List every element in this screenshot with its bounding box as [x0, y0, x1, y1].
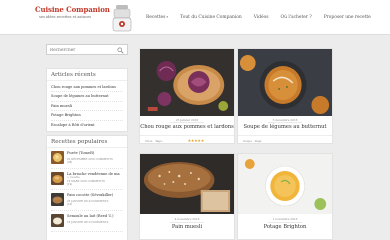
site-logo[interactable]: Cuisine Companion ses idées recettes et …: [35, 2, 135, 33]
recipe-card[interactable]: 1 novembre 2016 Potage Brighton: [237, 153, 333, 240]
list-item[interactable]: Escalope à Rôti d'orient: [51, 121, 123, 129]
popular-item-meta: 19 MARS 2016 COMMENTS: [67, 179, 105, 183]
recipe-image: [140, 154, 234, 214]
divider: [170, 221, 204, 223]
divider: [170, 122, 204, 123]
main-nav: Recettes▾ Tout du Cuisine Companion Vidé…: [146, 0, 383, 35]
nav-item-companion[interactable]: Tout du Cuisine Companion: [180, 15, 242, 20]
popular-item-title-cont: », recette: [67, 175, 80, 179]
list-item[interactable]: Potage Brighton: [51, 111, 123, 121]
card-title[interactable]: Soupe de légumes au butternut: [238, 124, 332, 130]
list-item[interactable]: Pain cocotte (Sévrakiller) 25 JANVIER 20…: [51, 190, 123, 211]
chevron-down-icon: ▾: [166, 15, 169, 19]
nav-item-submit-recipe[interactable]: Proposer une recette: [324, 15, 371, 20]
recipe-image: [238, 154, 332, 214]
list-item[interactable]: Semoule au lait (Reed U.) 18 JANVIER 201…: [51, 211, 123, 232]
site-header: Cuisine Companion ses idées recettes et …: [0, 0, 390, 35]
popular-item-comments: (16): [67, 203, 73, 206]
popular-item-title: Pain cocotte (Sévrakiller): [67, 193, 114, 197]
recipe-card[interactable]: 4 novembre 2016 Pain muesli: [139, 153, 235, 240]
popular-item-meta: 22 DÉCEMBRE 2016 COMMENTS: [67, 157, 113, 161]
list-item[interactable]: Chou rouge aux pommes et lardons: [51, 83, 123, 93]
nav-label: Recettes: [146, 15, 166, 20]
popular-recipes-title: Recettes populaires: [47, 136, 127, 148]
divider: [268, 221, 302, 223]
popular-item-title: Purée (TomeR): [67, 151, 95, 155]
card-meta: Soupe · Tags:: [243, 138, 262, 143]
food-processor-icon: [112, 5, 132, 32]
list-item[interactable]: La brioche vendéenne de ma », recette 19…: [51, 169, 123, 190]
popular-item-meta: 18 JANVIER 2016 COMMENTS: [67, 220, 109, 224]
card-date: 4 novembre 2016: [174, 217, 200, 221]
rating-stars-icon: ★★★★★: [187, 137, 205, 143]
nav-item-recettes[interactable]: Recettes▾: [146, 15, 168, 20]
nav-item-videos[interactable]: Vidéos: [254, 15, 269, 20]
card-date: 25 janvier 2016: [175, 117, 199, 122]
card-date: 3 décembre 2016: [272, 117, 298, 122]
recipe-thumbnail: [51, 214, 64, 227]
recipe-image: [140, 49, 234, 116]
recipe-image: [238, 49, 332, 116]
search-icon[interactable]: [117, 46, 124, 54]
popular-item-meta: 25 JANVIER 2016 COMMENTS: [67, 199, 109, 203]
card-meta: Chou · Tags:: [145, 138, 163, 143]
popular-item-title: Semoule au lait (Reed U.): [67, 214, 114, 218]
recent-articles-panel: Articles récents Chou rouge aux pommes e…: [46, 68, 128, 132]
recipe-thumbnail: [51, 151, 64, 164]
card-footer: Chou · Tags: ★★★★★: [140, 135, 234, 143]
card-date: 1 novembre 2016: [272, 217, 298, 221]
list-item[interactable]: Pain muesli: [51, 102, 123, 112]
popular-recipes-panel: Recettes populaires Purée (TomeR) 22 DÉC…: [46, 135, 128, 240]
divider: [268, 122, 302, 123]
recent-articles-title: Articles récents: [47, 69, 127, 81]
sidebar: [46, 44, 128, 55]
recipe-card[interactable]: 25 janvier 2016 Chou rouge aux pommes et…: [139, 48, 235, 144]
card-title[interactable]: Chou rouge aux pommes et lardons: [140, 124, 234, 130]
recipe-card[interactable]: 3 décembre 2016 Soupe de légumes au butt…: [237, 48, 333, 144]
list-item[interactable]: Purée (TomeR) 22 DÉCEMBRE 2016 COMMENTS …: [51, 148, 123, 169]
recipe-thumbnail: [51, 172, 64, 185]
search-box: [46, 44, 128, 55]
nav-item-where-to-buy[interactable]: Où l'acheter ?: [281, 15, 312, 20]
card-footer: Soupe · Tags:: [238, 135, 332, 143]
popular-item-comments: (28): [67, 161, 73, 164]
logo-title: Cuisine Companion: [35, 5, 110, 14]
logo-subtitle: ses idées recettes et astuces: [39, 15, 92, 19]
popular-item-comments: (19): [67, 183, 73, 186]
card-title[interactable]: Potage Brighton: [238, 224, 332, 230]
recent-articles-list: Chou rouge aux pommes et lardons Soupe d…: [47, 81, 127, 131]
card-title[interactable]: Pain muesli: [140, 224, 234, 230]
recipe-thumbnail: [51, 193, 64, 206]
search-input[interactable]: [50, 46, 116, 54]
list-item[interactable]: Soupe de légumes au butternut: [51, 92, 123, 102]
